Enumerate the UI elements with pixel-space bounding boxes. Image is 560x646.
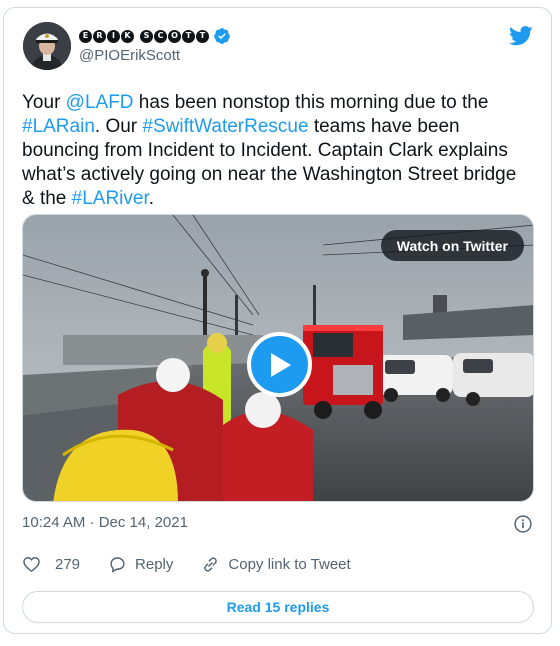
hashtag-link[interactable]: #SwiftWaterRescue <box>142 116 308 137</box>
handle[interactable]: @PIOErikScott <box>79 47 180 64</box>
tweet-text-segment: has been nonstop this morning due to the <box>133 92 489 113</box>
like-count: 279 <box>55 555 81 573</box>
tweet-text-segment: . Our <box>94 116 143 137</box>
read-replies-button[interactable]: Read 15 replies <box>22 591 534 623</box>
verified-badge-icon <box>214 28 230 44</box>
display-name-letter: I <box>107 29 120 43</box>
reply-icon <box>110 556 125 572</box>
display-name-text: ERIKSCOTT <box>79 29 209 43</box>
twitter-bird-icon[interactable] <box>509 25 533 47</box>
watch-on-twitter-button[interactable]: Watch on Twitter <box>380 230 524 261</box>
tweet-actions: 279 Reply Copy link to Tweet <box>22 553 379 575</box>
copy-link-label: Copy link to Tweet <box>228 555 351 573</box>
display-name-letter: S <box>140 29 153 43</box>
hashtag-link[interactable]: #LARain <box>22 116 95 137</box>
play-button[interactable] <box>247 332 312 397</box>
display-name-letter: C <box>154 29 167 43</box>
video-player[interactable]: Watch on Twitter <box>22 214 534 502</box>
play-icon <box>270 352 291 377</box>
display-name[interactable]: ERIKSCOTT <box>79 26 231 46</box>
like-button[interactable]: 279 <box>22 555 80 574</box>
display-name-letter: O <box>168 29 181 43</box>
copy-link-button[interactable]: Copy link to Tweet <box>201 555 351 574</box>
tweet-text-segment: Your <box>22 92 66 113</box>
reply-button[interactable]: Reply <box>108 555 173 574</box>
display-name-letter: T <box>182 29 195 43</box>
display-name-letter: E <box>79 29 92 43</box>
display-name-letter: R <box>93 29 106 43</box>
link-icon <box>204 556 218 572</box>
display-name-letter: T <box>196 29 209 43</box>
display-name-space <box>135 30 139 43</box>
mention-link[interactable]: @LAFD <box>66 92 134 113</box>
heart-icon <box>23 556 40 572</box>
tweet-text: Your @LAFD has been nonstop this morning… <box>22 91 532 211</box>
tweet-timestamp[interactable]: 10:24 AM · Dec 14, 2021 <box>22 514 188 531</box>
reply-label: Reply <box>135 555 174 573</box>
display-name-letter: K <box>121 29 134 43</box>
info-icon[interactable] <box>513 514 533 534</box>
avatar[interactable] <box>23 22 71 70</box>
tweet-text-segment: . <box>148 188 155 209</box>
hashtag-link[interactable]: #LARiver <box>72 188 149 209</box>
tweet-card: ERIKSCOTT @PIOErikScott Your @LAFD has b… <box>3 7 552 634</box>
